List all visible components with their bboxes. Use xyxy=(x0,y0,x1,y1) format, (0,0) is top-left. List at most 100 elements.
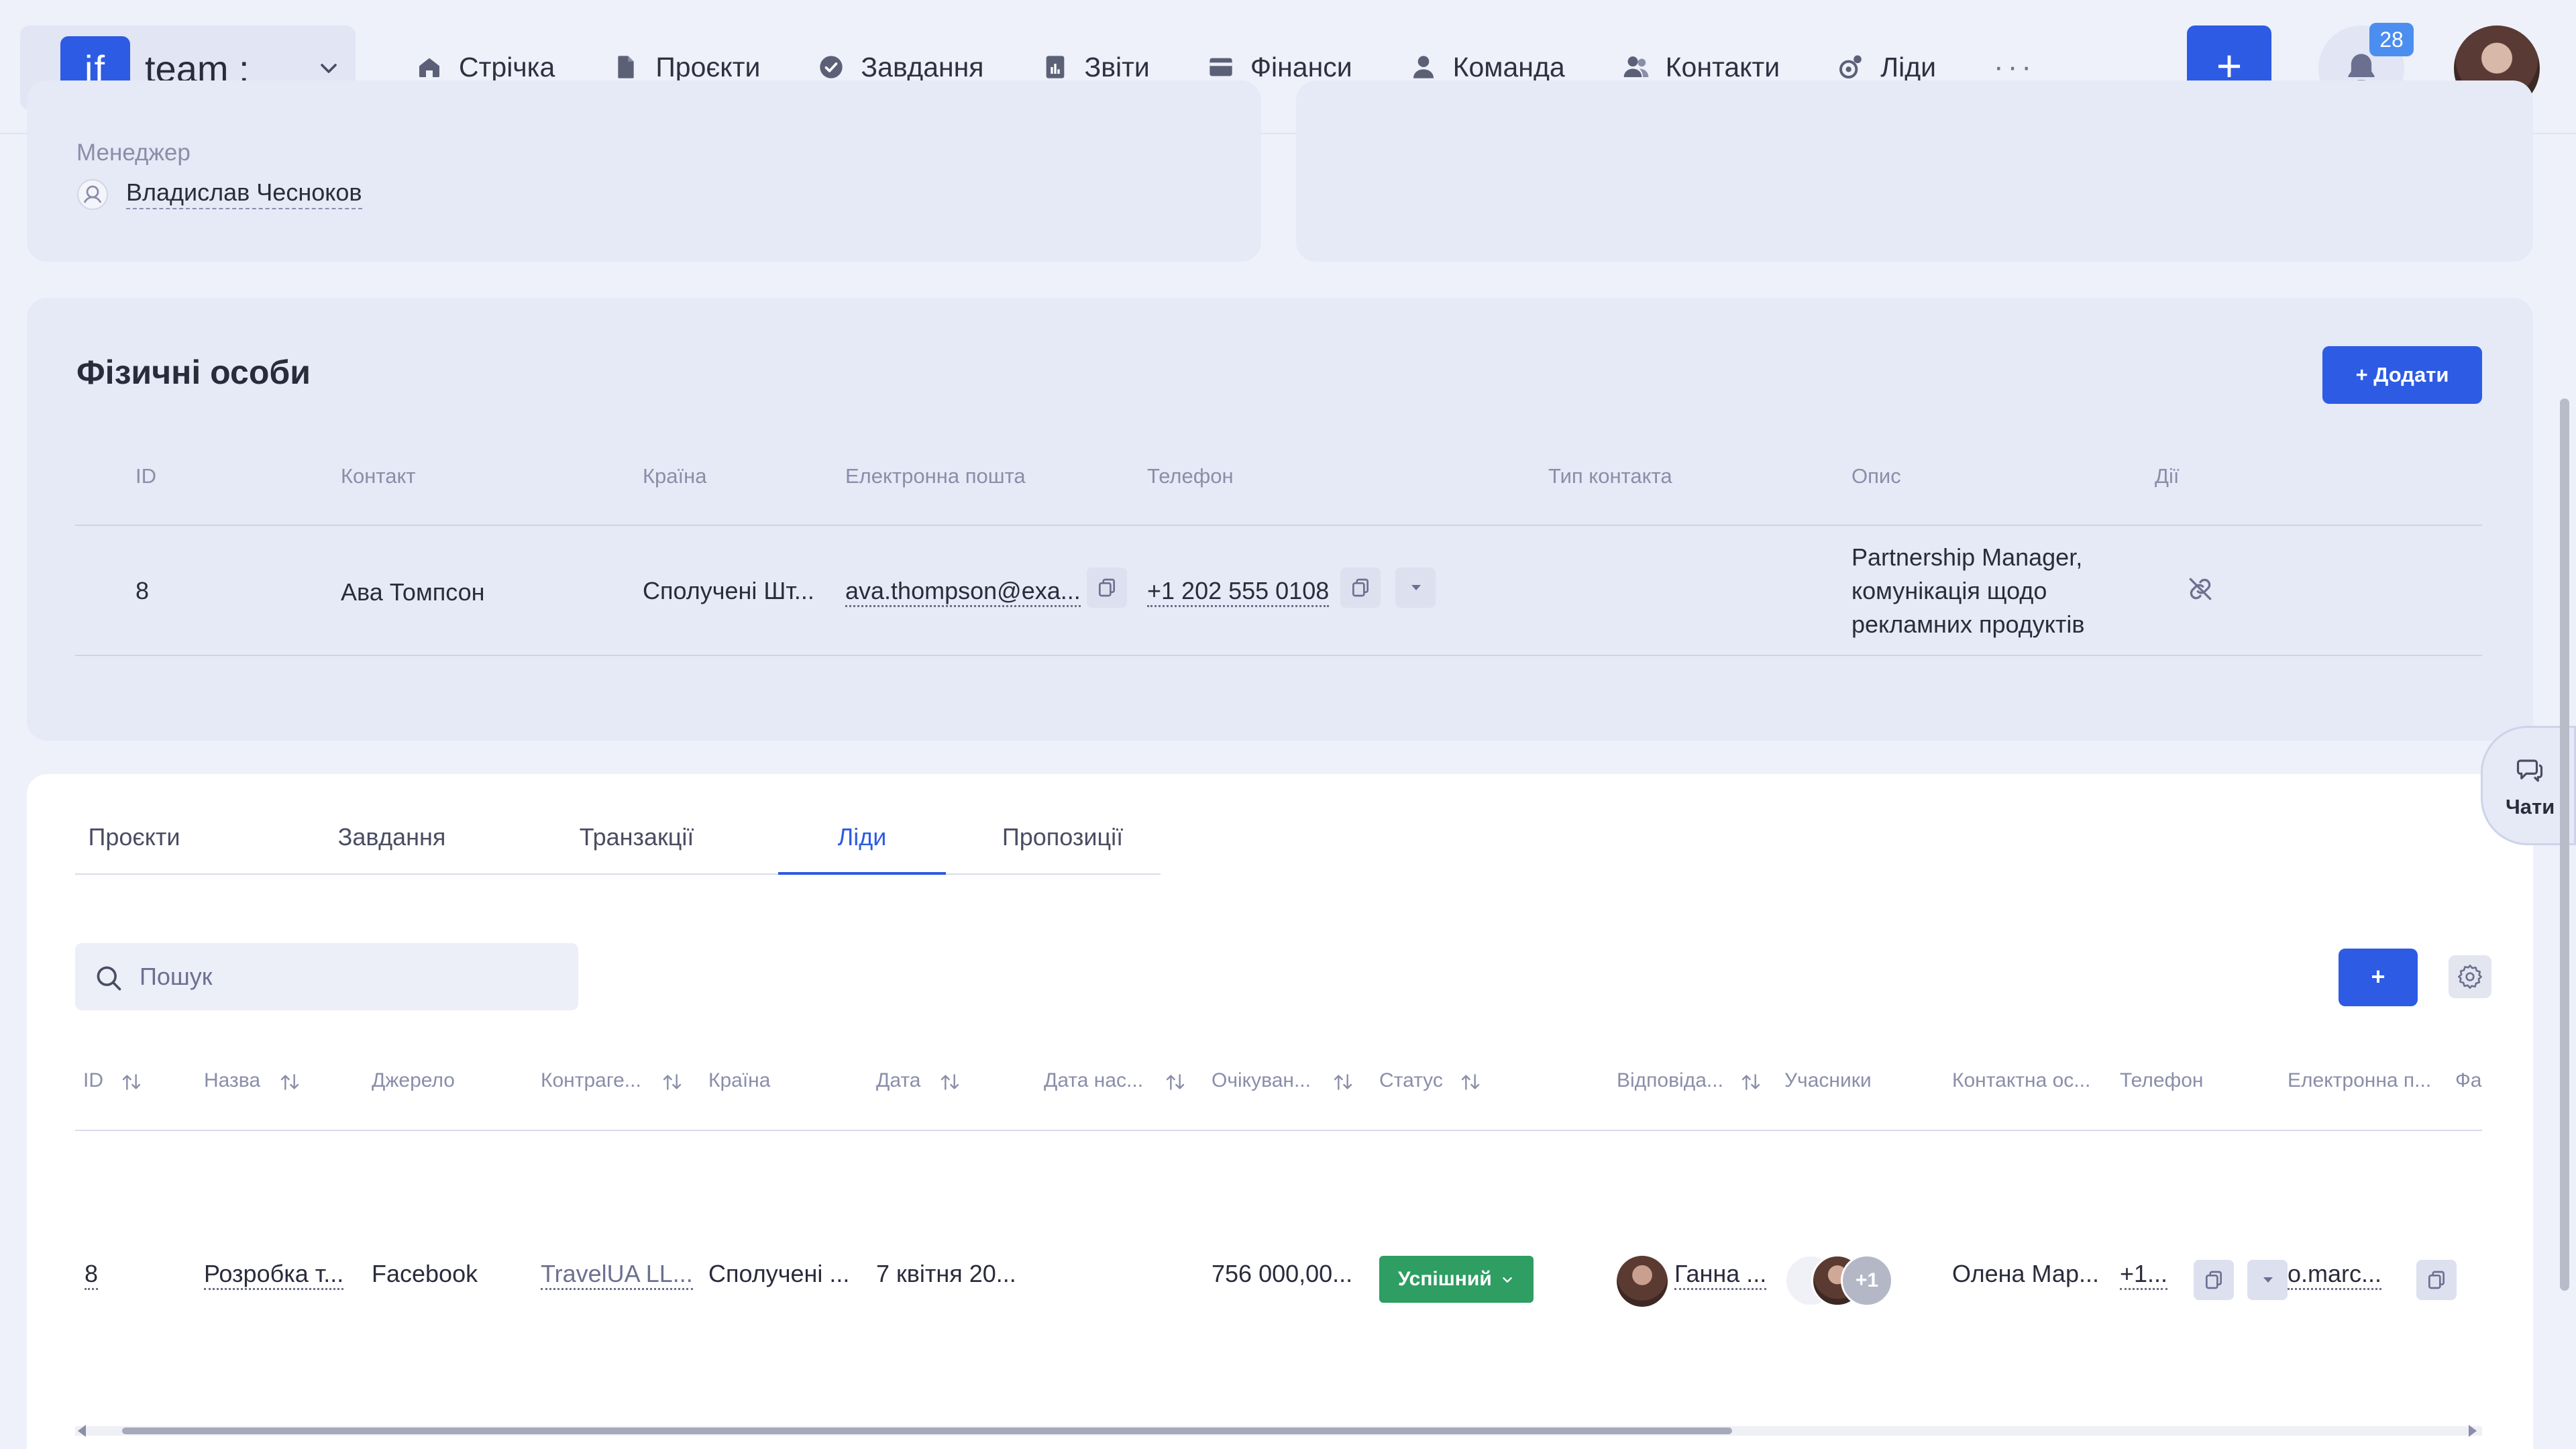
column-header-actions: Дії xyxy=(2155,464,2180,488)
add-lead-button[interactable]: + xyxy=(2339,949,2418,1006)
sort-icon[interactable] xyxy=(1165,1071,1186,1093)
lead-country: Сполучені ... xyxy=(708,1260,850,1287)
nav-item-label: Ліди xyxy=(1880,51,1937,83)
scrollbar-thumb[interactable] xyxy=(122,1428,1732,1434)
lead-name-link[interactable]: Розробка т... xyxy=(204,1260,344,1290)
sort-icon[interactable] xyxy=(939,1071,961,1093)
lead-counterparty-link[interactable]: TravelUA LL... xyxy=(541,1260,693,1290)
column-header-id[interactable]: ID xyxy=(83,1069,103,1092)
tab-leads[interactable]: Ліди xyxy=(778,818,946,875)
tab-proposals[interactable]: Пропозиції xyxy=(979,818,1146,875)
sort-icon[interactable] xyxy=(121,1071,142,1093)
column-header-extra: Фа xyxy=(2455,1069,2482,1091)
column-header-responsible[interactable]: Відповіда... xyxy=(1617,1069,1723,1092)
section-title: Фізичні особи xyxy=(76,354,311,391)
tab-projects[interactable]: Проєкти xyxy=(75,818,193,875)
status-dropdown[interactable]: Успішний xyxy=(1379,1256,1534,1303)
nav-item-feed[interactable]: Стрічка xyxy=(416,52,555,83)
nav-item-label: Команда xyxy=(1452,51,1565,83)
unlink-icon[interactable] xyxy=(2186,574,2215,604)
copy-email-button[interactable] xyxy=(1087,568,1127,608)
chevron-down-icon xyxy=(1503,1277,1512,1283)
tab-bar: Проєкти Завдання Транзакції Ліди Пропози… xyxy=(75,818,1161,875)
person-country: Сполучені Шт... xyxy=(643,577,814,604)
members-avatars[interactable]: +1 xyxy=(1784,1254,1919,1308)
search-field[interactable] xyxy=(75,943,578,1010)
nav-item-reports[interactable]: Звіти xyxy=(1042,52,1150,83)
scroll-left-arrow[interactable] xyxy=(78,1425,86,1437)
document-icon xyxy=(618,56,634,78)
lead-responsible-link[interactable]: Ганна ... xyxy=(1674,1260,1767,1290)
column-header-name[interactable]: Назва xyxy=(204,1069,260,1092)
copy-phone-button[interactable] xyxy=(2194,1260,2234,1300)
check-circle-icon xyxy=(820,56,843,78)
related-items-card: Проєкти Завдання Транзакції Ліди Пропози… xyxy=(27,774,2533,1449)
copy-icon xyxy=(1099,578,1115,597)
column-header-status[interactable]: Статус xyxy=(1379,1069,1443,1092)
column-header-description: Опис xyxy=(1851,464,1901,488)
nav-item-contacts[interactable]: Контакти xyxy=(1623,52,1780,83)
tab-transactions[interactable]: Транзакції xyxy=(550,818,723,875)
lead-contact-person: Олена Мар... xyxy=(1952,1260,2099,1287)
responsible-avatar xyxy=(1617,1256,1668,1307)
scroll-right-arrow[interactable] xyxy=(2469,1425,2477,1437)
gear-icon xyxy=(2458,965,2482,989)
sort-icon[interactable] xyxy=(1332,1071,1354,1093)
column-header-next-date[interactable]: Дата нас... xyxy=(1044,1069,1143,1092)
nav-item-label: Контакти xyxy=(1665,51,1780,83)
column-header-members: Учасники xyxy=(1784,1069,1872,1091)
person-description: Partnership Manager, комунікація щодо ре… xyxy=(1851,543,2085,638)
column-header-country: Країна xyxy=(708,1069,771,1091)
column-header-email: Електронна пошта xyxy=(845,464,1026,488)
column-header-email: Електронна п... xyxy=(2288,1069,2432,1091)
copy-phone-button[interactable] xyxy=(1340,568,1381,608)
search-input[interactable] xyxy=(140,959,555,994)
tab-tasks[interactable]: Завдання xyxy=(326,818,458,875)
column-header-country: Країна xyxy=(643,464,707,488)
notifications-badge: 28 xyxy=(2369,23,2414,56)
nav-item-label: Стрічка xyxy=(459,51,555,83)
nav-item-finance[interactable]: Фінанси xyxy=(1208,52,1352,83)
copy-icon xyxy=(2206,1271,2222,1289)
phone-dropdown-button[interactable] xyxy=(2247,1260,2288,1300)
sort-icon[interactable] xyxy=(279,1071,301,1093)
column-header-phone: Телефон xyxy=(1147,464,1234,488)
lead-email-link[interactable]: o.marc... xyxy=(2288,1260,2382,1290)
table-settings-button[interactable] xyxy=(2449,955,2491,998)
nav-item-label: Звіти xyxy=(1084,51,1150,83)
manager-label: Менеджер xyxy=(76,140,191,166)
person-phone-link[interactable]: +1 202 555 0108 xyxy=(1147,577,1330,607)
report-icon xyxy=(1046,56,1064,78)
horizontal-scrollbar[interactable] xyxy=(75,1426,2482,1436)
sort-icon[interactable] xyxy=(1740,1071,1762,1093)
lead-phone-link[interactable]: +1... xyxy=(2120,1260,2168,1290)
column-header-expected[interactable]: Очікуван... xyxy=(1212,1069,1311,1092)
column-header-counterparty[interactable]: Контраге... xyxy=(541,1069,641,1092)
sort-icon[interactable] xyxy=(661,1071,683,1093)
lead-source: Facebook xyxy=(372,1260,478,1287)
chat-icon xyxy=(2516,759,2543,782)
individuals-card: Фізичні особи + Додати ID Контакт Країна… xyxy=(27,298,2533,741)
nav-item-projects[interactable]: Проєкти xyxy=(612,52,760,83)
table-divider xyxy=(75,655,2482,656)
copy-email-button[interactable] xyxy=(2416,1260,2457,1300)
table-divider xyxy=(75,1130,2482,1131)
column-header-date[interactable]: Дата xyxy=(876,1069,920,1092)
wallet-icon xyxy=(1210,58,1232,76)
nav-item-team[interactable]: Команда xyxy=(1410,52,1565,83)
lead-id-link[interactable]: 8 xyxy=(85,1260,99,1290)
person-contact[interactable]: Ава Томпсон xyxy=(341,578,485,606)
phone-dropdown-button[interactable] xyxy=(1395,568,1436,608)
person-email-link[interactable]: ava.thompson@exa... xyxy=(845,577,1081,607)
add-person-button[interactable]: + Додати xyxy=(2322,346,2482,404)
nav-item-leads[interactable]: Ліди xyxy=(1837,52,1936,83)
person-icon xyxy=(1413,56,1434,78)
page-scrollbar-thumb[interactable] xyxy=(2560,398,2569,1291)
leads-icon xyxy=(1839,55,1862,79)
nav-more-button[interactable]: ··· xyxy=(1994,50,2035,84)
manager-name-link[interactable]: Владислав Чесноков xyxy=(126,178,362,209)
avatar-placeholder-icon xyxy=(77,179,108,210)
sort-icon[interactable] xyxy=(1460,1071,1481,1093)
home-icon xyxy=(419,58,439,77)
nav-item-tasks[interactable]: Завдання xyxy=(818,52,984,83)
